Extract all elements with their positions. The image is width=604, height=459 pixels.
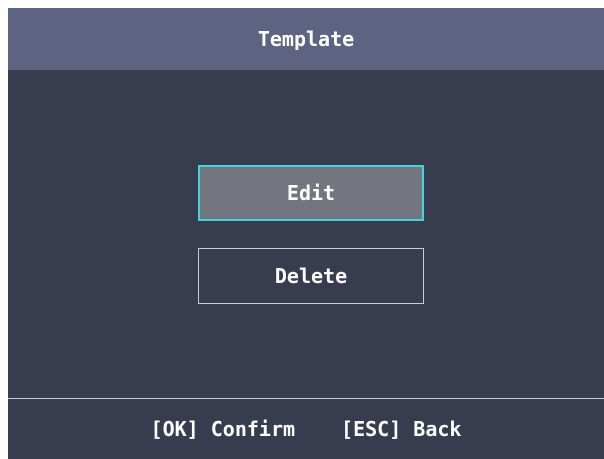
delete-button[interactable]: Delete	[198, 248, 424, 304]
title-bar: Template	[8, 8, 604, 70]
page-title: Template	[257, 27, 355, 51]
confirm-hint: [OK] Confirm	[150, 417, 296, 441]
device-screen: Template Edit Delete [OK] Confirm [ESC] …	[8, 8, 604, 459]
back-hint: [ESC] Back	[341, 417, 462, 441]
footer-hints: [OK] Confirm [ESC] Back	[8, 399, 604, 459]
edit-button-label: Edit	[286, 181, 336, 205]
edit-button[interactable]: Edit	[198, 165, 424, 221]
delete-button-label: Delete	[274, 264, 348, 288]
